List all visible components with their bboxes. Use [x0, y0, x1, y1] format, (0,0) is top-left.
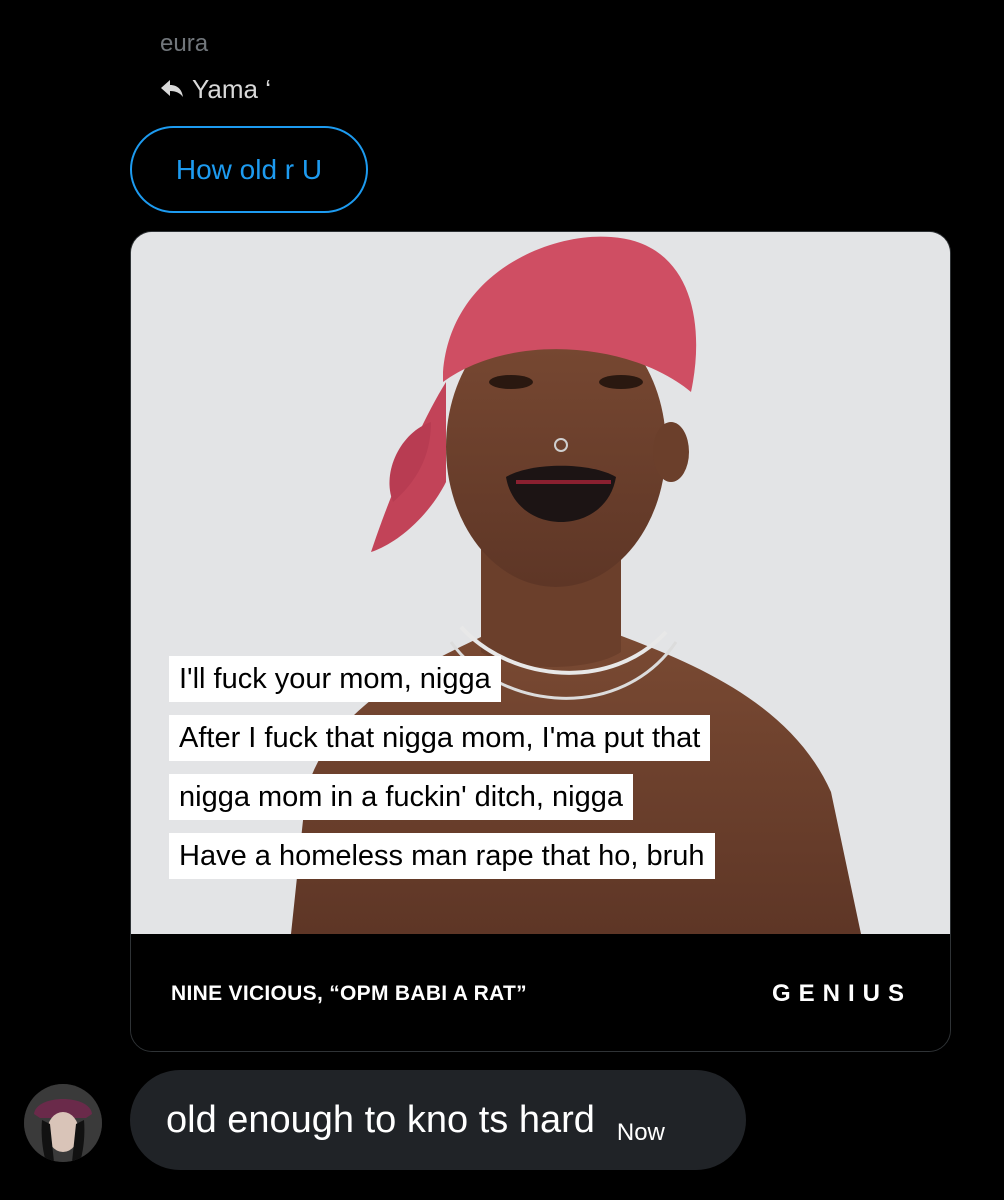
shared-lyric-card[interactable]: I'll fuck your mom, nigga After I fuck t…	[130, 231, 951, 1052]
my-message-text: old enough to kno ts hard	[166, 1098, 595, 1141]
lyric-line: Have a homeless man rape that ho, bruh	[169, 833, 715, 879]
avatar[interactable]	[24, 1084, 102, 1162]
artist-photo: I'll fuck your mom, nigga After I fuck t…	[131, 232, 950, 934]
lyric-line: After I fuck that nigga mom, I'ma put th…	[169, 715, 711, 761]
song-attribution: NINE VICIOUS, “OPM BABI A RAT”	[171, 981, 527, 1005]
dm-conversation: eura Yama ‘ How old r U I'll fuck your m…	[0, 0, 1004, 1200]
reply-context[interactable]: Yama ‘	[160, 74, 271, 105]
lyric-line: nigga mom in a fuckin' ditch, nigga	[169, 774, 634, 820]
my-message-bubble[interactable]: old enough to kno ts hard Now	[130, 1070, 746, 1170]
reply-arrow-icon	[160, 74, 184, 105]
lyric-line: I'll fuck your mom, nigga	[169, 656, 501, 702]
message-timestamp: Now	[616, 1119, 665, 1146]
sender-name: eura	[160, 30, 209, 57]
reply-to-name: Yama ‘	[192, 74, 271, 104]
card-caption-bar: NINE VICIOUS, “OPM BABI A RAT” GENIUS	[131, 934, 950, 1051]
quoted-message-bubble[interactable]: How old r U	[130, 126, 368, 213]
genius-logo: GENIUS	[771, 979, 912, 1007]
